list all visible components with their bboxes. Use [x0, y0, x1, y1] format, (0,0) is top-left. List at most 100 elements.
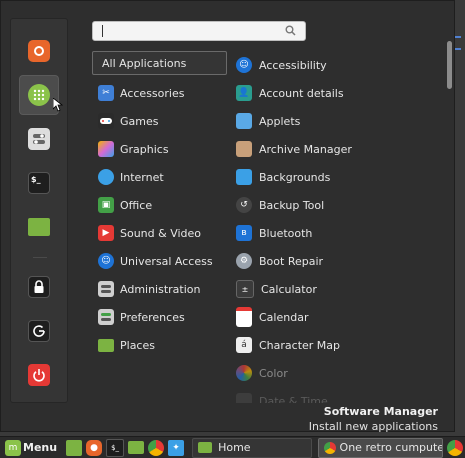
app-calculator[interactable]: ± Calculator [234, 275, 434, 303]
charmap-icon: á [236, 337, 252, 353]
category-administration[interactable]: Administration [92, 275, 227, 303]
app-boot-repair[interactable]: ⚙ Boot Repair [234, 247, 434, 275]
app-account-details[interactable]: 👤 Account details [234, 79, 434, 107]
app-bluetooth[interactable]: ʙ Bluetooth [234, 219, 434, 247]
app-label: Character Map [259, 338, 341, 352]
mint-logo-icon: m [5, 439, 21, 456]
firefox-icon [28, 40, 50, 62]
bluetooth-icon: ʙ [236, 225, 252, 241]
app-label: Bluetooth [259, 226, 313, 240]
category-games[interactable]: Games [92, 107, 227, 135]
app-backup-tool[interactable]: ↺ Backup Tool [234, 191, 434, 219]
app-list-scrollbar[interactable] [447, 41, 453, 405]
app-label: Account details [259, 86, 344, 100]
calculator-icon: ± [236, 280, 254, 298]
chrome-icon [323, 441, 336, 454]
category-label: Accessories [120, 86, 185, 100]
settings-toggle-icon [28, 128, 50, 150]
app-label: Archive Manager [259, 142, 352, 156]
menu-label: Menu [23, 441, 58, 454]
text-cursor [102, 25, 103, 37]
category-places[interactable]: Places [92, 331, 227, 359]
category-label: Places [120, 338, 155, 352]
favorite-logout[interactable] [19, 311, 59, 351]
folder-icon[interactable] [128, 441, 145, 454]
admin-icon [98, 281, 114, 297]
task-label: Home [218, 441, 251, 454]
app-label: Backgrounds [259, 170, 331, 184]
power-icon [28, 364, 50, 386]
software-icon[interactable]: ✦ [168, 439, 185, 456]
firefox-icon[interactable]: ● [86, 439, 103, 456]
chrome-icon[interactable] [148, 439, 165, 456]
category-label: Internet [120, 170, 164, 184]
app-label: Accessibility [259, 58, 327, 72]
folder-icon [28, 218, 50, 236]
app-archive-manager[interactable]: Archive Manager [234, 135, 434, 163]
category-all-applications[interactable]: All Applications [92, 51, 227, 75]
favorite-software-manager[interactable] [19, 75, 63, 115]
category-accessories[interactable]: ✂ Accessories [92, 79, 227, 107]
preferences-icon [98, 309, 114, 325]
folder-icon [98, 338, 114, 352]
category-universal-access[interactable]: ☺ Universal Access [92, 247, 227, 275]
app-applets[interactable]: Applets [234, 107, 434, 135]
software-manager-icon [28, 84, 50, 106]
category-label: Office [120, 198, 153, 212]
category-label: All Applications [102, 56, 187, 70]
category-sound-video[interactable]: ▶ Sound & Video [92, 219, 227, 247]
category-label: Games [120, 114, 159, 128]
datetime-icon [236, 393, 252, 403]
category-graphics[interactable]: Graphics [92, 135, 227, 163]
category-preferences[interactable]: Preferences [92, 303, 227, 331]
color-icon [236, 365, 252, 381]
category-label: Administration [120, 282, 201, 296]
search-input[interactable] [92, 21, 306, 41]
show-desktop-icon[interactable] [66, 439, 83, 456]
accessibility-icon: ☺ [98, 253, 114, 269]
app-backgrounds[interactable]: Backgrounds [234, 163, 434, 191]
app-date-time[interactable]: Date & Time [234, 387, 434, 403]
taskbar-item-home[interactable]: Home [192, 437, 312, 458]
favorites-separator [33, 257, 47, 258]
terminal-icon: $_ [28, 172, 50, 194]
favorite-settings[interactable] [19, 119, 59, 159]
app-label: Applets [259, 114, 301, 128]
app-character-map[interactable]: á Character Map [234, 331, 434, 359]
app-calendar[interactable]: Calendar [234, 303, 434, 331]
app-label: Backup Tool [259, 198, 325, 212]
archive-icon [236, 141, 252, 157]
account-icon: 👤 [236, 85, 252, 101]
favorite-lock-screen[interactable] [19, 267, 59, 307]
category-office[interactable]: ▣ Office [92, 191, 227, 219]
cloud-icon [98, 169, 114, 185]
app-color[interactable]: Color [234, 359, 434, 387]
app-label: Date & Time [259, 394, 328, 404]
gamepad-icon [98, 113, 114, 129]
backup-icon: ↺ [236, 197, 252, 213]
app-accessibility[interactable]: ☺ Accessibility [234, 51, 434, 79]
favorite-power-off[interactable] [19, 355, 59, 395]
app-label: Calendar [259, 310, 309, 324]
background-window-edge [455, 30, 465, 60]
scrollbar-thumb[interactable] [447, 41, 452, 89]
favorite-firefox[interactable] [19, 31, 59, 71]
favorite-terminal[interactable]: $_ [19, 163, 59, 203]
app-label: Color [259, 366, 288, 380]
terminal-icon[interactable]: $_ [106, 438, 125, 457]
office-icon: ▣ [98, 197, 114, 213]
bottom-panel: m Menu ● $_ ✦ Home One retro cumputers..… [0, 436, 465, 458]
taskbar-item-browser[interactable]: One retro cumputers... [317, 437, 443, 458]
category-internet[interactable]: Internet [92, 163, 227, 191]
task-label: One retro cumputers... [339, 441, 442, 454]
boot-repair-icon: ⚙ [236, 253, 252, 269]
calendar-icon [236, 307, 252, 327]
menu-button[interactable]: m Menu [0, 438, 60, 458]
favorites-sidebar: $_ [10, 18, 68, 403]
favorite-files[interactable] [19, 207, 59, 247]
category-label: Sound & Video [120, 226, 202, 240]
search-icon [285, 25, 296, 39]
play-icon: ▶ [98, 225, 114, 241]
chrome-icon[interactable] [447, 439, 463, 456]
selected-app-info: Software Manager Install new application… [309, 405, 438, 433]
